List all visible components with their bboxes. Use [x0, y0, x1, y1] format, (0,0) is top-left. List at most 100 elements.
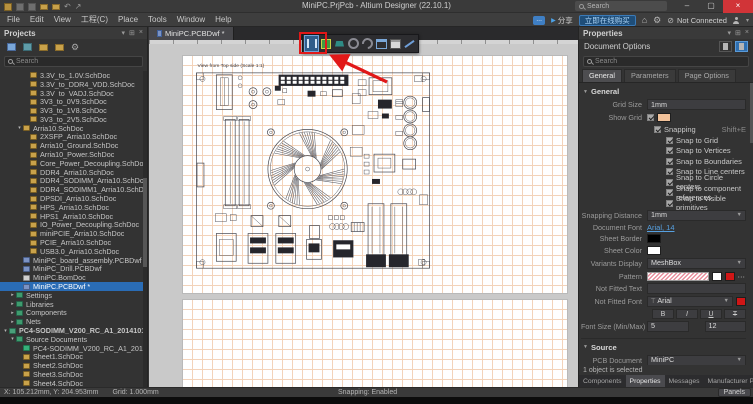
- tree-scrollbar[interactable]: [143, 71, 147, 387]
- save-all-icon[interactable]: [28, 3, 36, 11]
- tree-item[interactable]: ▸Settings: [0, 291, 143, 300]
- tree-item[interactable]: Sheet3.SchDoc: [0, 370, 143, 379]
- tree-item[interactable]: DPSDI_Arria10.SchDoc: [0, 194, 143, 203]
- tree-expander-icon[interactable]: ▸: [9, 292, 16, 298]
- tree-item[interactable]: IO_Power_Decoupling.SchDoc: [0, 221, 143, 230]
- tree-item[interactable]: 2XSFP_Arria10.SchDoc: [0, 133, 143, 142]
- font-size-max-input[interactable]: 12: [705, 321, 747, 332]
- tree-item[interactable]: ▾Source Documents: [0, 335, 143, 344]
- arc-shape-icon[interactable]: [361, 36, 374, 51]
- donut-shape-icon[interactable]: [347, 36, 360, 51]
- snap-option-checkbox[interactable]: [666, 137, 673, 144]
- menu-item-1[interactable]: Edit: [25, 15, 49, 24]
- panel-tab-properties[interactable]: Properties: [626, 375, 665, 387]
- panels-button[interactable]: Panels: [718, 388, 751, 397]
- user-dropdown-icon[interactable]: ▾: [746, 17, 749, 24]
- tree-item[interactable]: MiniPC_board_assembly.PCBDwf: [0, 256, 143, 265]
- properties-tab-general[interactable]: General: [582, 69, 622, 82]
- new-document-icon[interactable]: [4, 3, 12, 11]
- comments-icon[interactable]: …: [533, 16, 545, 25]
- snapping-checkbox[interactable]: [654, 126, 661, 133]
- document-tab[interactable]: MiniPC.PCBDwf *: [149, 27, 234, 40]
- user-account-icon[interactable]: [733, 17, 740, 24]
- format-u-button[interactable]: U: [700, 309, 722, 319]
- line-icon[interactable]: [403, 36, 416, 51]
- selection-filter-icon[interactable]: [719, 41, 732, 52]
- tree-expander-icon[interactable]: ▾: [9, 336, 16, 342]
- show-grid-color-swatch[interactable]: [657, 113, 671, 122]
- panel-tab-components[interactable]: Components: [579, 375, 626, 387]
- tree-item[interactable]: ▸Libraries: [0, 300, 143, 309]
- section-general[interactable]: ▼ General: [581, 85, 746, 98]
- tree-item[interactable]: USB3.0_Arria10.SchDoc: [0, 247, 143, 256]
- menu-item-6[interactable]: Window: [172, 15, 210, 24]
- tree-item[interactable]: 3V3_to_1V8.SchDoc: [0, 106, 143, 115]
- draftsman-sheet-2[interactable]: [182, 299, 568, 387]
- tree-item[interactable]: ▾Arria10.SchDoc: [0, 124, 143, 133]
- document-font-link[interactable]: Arial, 14: [647, 223, 675, 232]
- tree-item[interactable]: ▾PC4-SODIMM_V200_RC_A1_20141015: [0, 326, 143, 335]
- tree-item[interactable]: 3V3_to_0V9.SchDoc: [0, 97, 143, 106]
- close-button[interactable]: ×: [723, 0, 753, 13]
- snap-option-checkbox[interactable]: [666, 168, 673, 175]
- tree-item[interactable]: Core_Power_Decoupling.SchDoc: [0, 159, 143, 168]
- undo-icon[interactable]: ↶: [64, 3, 71, 11]
- menu-item-3[interactable]: 工程(C): [76, 14, 113, 25]
- measure-icon[interactable]: [375, 36, 388, 51]
- panel-menu-icon[interactable]: ▾: [122, 29, 126, 37]
- properties-search-input[interactable]: Search: [583, 56, 749, 67]
- tree-item[interactable]: Arria10_Power.SchDoc: [0, 150, 143, 159]
- format-b-button[interactable]: B: [652, 309, 674, 319]
- tree-expander-icon[interactable]: ▸: [9, 310, 16, 316]
- tree-item[interactable]: MiniPC.PCBDwf *: [0, 282, 143, 291]
- show-grid-checkbox[interactable]: [647, 114, 654, 121]
- menu-item-7[interactable]: Help: [210, 15, 236, 24]
- font-size-min-input[interactable]: 5: [647, 321, 689, 332]
- folder-open-icon[interactable]: [39, 44, 48, 51]
- panel-close-icon[interactable]: ×: [745, 29, 749, 37]
- snapping-distance-combo[interactable]: 1mm▼: [647, 210, 746, 221]
- pattern-bg-swatch[interactable]: [712, 272, 722, 281]
- tree-item[interactable]: ▸Nets: [0, 317, 143, 326]
- pattern-swatch[interactable]: [647, 272, 709, 281]
- panel-menu-icon[interactable]: ▾: [728, 29, 732, 37]
- projects-settings-gear-icon[interactable]: ⚙: [71, 43, 79, 51]
- section-view-icon[interactable]: [333, 36, 346, 51]
- menu-item-4[interactable]: Place: [113, 15, 143, 24]
- projects-search-input[interactable]: Search: [4, 56, 143, 67]
- document-options-icon[interactable]: [735, 41, 748, 52]
- section-source[interactable]: ▼ Source: [581, 338, 746, 354]
- variants-display-combo[interactable]: MeshBox▼: [647, 258, 746, 269]
- format-t-button[interactable]: T: [724, 309, 746, 319]
- share-button[interactable]: ▶ 分享: [551, 15, 573, 26]
- panel-close-icon[interactable]: ×: [139, 29, 143, 37]
- open-folder-icon[interactable]: [40, 4, 48, 10]
- tree-expander-icon[interactable]: ▾: [16, 125, 23, 131]
- properties-tab-page-options[interactable]: Page Options: [678, 69, 736, 82]
- draftsman-sheet-1[interactable]: View from Top side (Scale 1:1): [182, 55, 568, 294]
- tree-item[interactable]: DDR4_SODIMM1_Arria10.SchDoc: [0, 185, 143, 194]
- sheet-color-swatch[interactable]: [647, 246, 661, 255]
- tree-item[interactable]: PC4-SODIMM_V200_RC_A1_20141015: [0, 344, 143, 353]
- snap-option-checkbox[interactable]: [666, 200, 673, 207]
- tree-item[interactable]: Sheet4.SchDoc: [0, 379, 143, 387]
- panel-tab-messages[interactable]: Messages: [665, 375, 704, 387]
- tree-item[interactable]: 3.3V_to_VADJ.SchDoc: [0, 89, 143, 98]
- connection-status[interactable]: ⊘ Not Connected: [667, 16, 727, 25]
- tree-expander-icon[interactable]: ▸: [9, 301, 16, 307]
- minimize-button[interactable]: –: [675, 0, 699, 13]
- not-fitted-font-color-swatch[interactable]: [736, 297, 746, 306]
- tree-item[interactable]: MiniPC_Drill.PCBDwf: [0, 265, 143, 274]
- open-icon[interactable]: [16, 3, 24, 11]
- gear-icon[interactable]: ⚙: [653, 15, 661, 25]
- tree-item[interactable]: Sheet1.SchDoc: [0, 353, 143, 362]
- home-icon[interactable]: ⌂: [642, 15, 647, 25]
- tree-item[interactable]: HPS_Arria10.SchDoc: [0, 203, 143, 212]
- tree-item[interactable]: HPS1_Arria10.SchDoc: [0, 212, 143, 221]
- redo-icon[interactable]: ↗: [75, 3, 82, 11]
- tree-item[interactable]: Arria10_Ground.SchDoc: [0, 141, 143, 150]
- drawing-canvas[interactable]: View from Top side (Scale 1:1): [149, 40, 578, 387]
- maximize-button[interactable]: ▢: [699, 0, 723, 13]
- sheet-border-swatch[interactable]: [647, 234, 661, 243]
- pattern-more-button[interactable]: ⋯: [738, 272, 747, 281]
